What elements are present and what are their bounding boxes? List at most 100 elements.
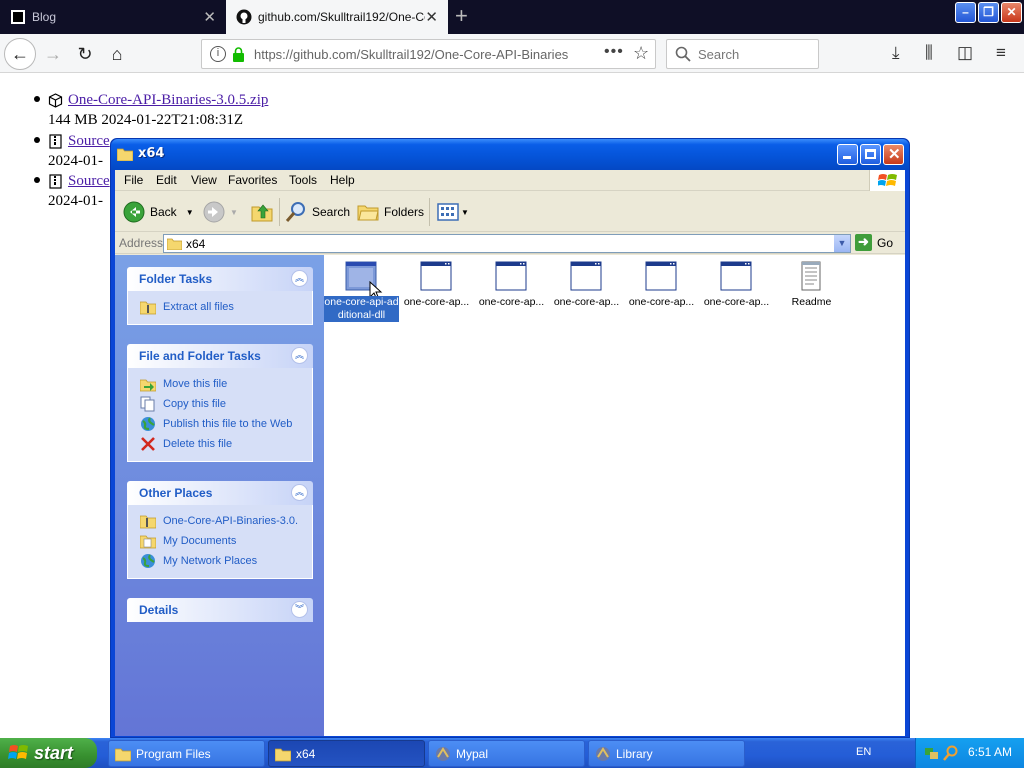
application-window-icon (420, 261, 452, 291)
back-button[interactable]: Back ▼ (123, 199, 194, 225)
explorer-title-bar[interactable]: x64 ✕ (111, 139, 909, 170)
back-icon[interactable]: ← (4, 38, 36, 70)
collapse-chevron-icon[interactable]: ︽ (291, 347, 308, 364)
close-icon[interactable]: ✕ (883, 144, 904, 165)
menu-file[interactable]: File (124, 173, 143, 187)
file-item[interactable]: one-core-ap... (624, 255, 699, 325)
minimize-icon[interactable] (837, 144, 858, 165)
tab-blog[interactable]: Blog ✕ (0, 0, 226, 34)
other-places-panel: Other Places ︽ One-Core-API-Binaries-3.0… (127, 481, 313, 579)
go-button[interactable]: ➜ Go (855, 234, 893, 251)
task-extract-all[interactable]: Extract all files (140, 297, 312, 317)
chevron-down-icon[interactable]: ▼ (186, 208, 194, 217)
url-text[interactable]: https://github.com/Skulltrail192/One-Cor… (254, 47, 574, 62)
sidebar-icon[interactable]: ◫ (957, 43, 973, 63)
search-bar[interactable]: Search (666, 39, 819, 69)
asset-link[interactable]: Source (68, 133, 110, 150)
menu-edit[interactable]: Edit (156, 173, 177, 187)
place-zip-folder[interactable]: One-Core-API-Binaries-3.0. (140, 511, 312, 531)
forward-button[interactable]: ▼ (203, 199, 238, 225)
minimize-icon[interactable]: – (955, 2, 976, 23)
bullet (34, 137, 40, 143)
task-delete-file[interactable]: Delete this file (140, 434, 312, 454)
tab-github[interactable]: github.com/Skulltrail192/One-Core ✕ (226, 0, 448, 34)
text-document-icon (801, 261, 821, 291)
url-bar[interactable]: i https://github.com/Skulltrail192/One-C… (201, 39, 656, 69)
new-tab-icon[interactable]: + (455, 4, 468, 28)
menu-icon[interactable]: ≡ (996, 43, 1006, 63)
chevron-down-icon[interactable]: ▼ (834, 235, 850, 252)
start-button[interactable]: start (0, 738, 97, 768)
reload-icon[interactable]: ↻ (71, 40, 99, 68)
collapse-chevron-icon[interactable]: ︽ (291, 270, 308, 287)
place-my-network[interactable]: My Network Places (140, 551, 312, 571)
bookmark-star-icon[interactable]: ☆ (633, 43, 649, 64)
explorer-menu-bar: File Edit View Favorites Tools Help (115, 170, 905, 191)
task-copy-file[interactable]: Copy this file (140, 394, 312, 414)
file-item[interactable]: Readme (774, 255, 849, 325)
network-tray-icon[interactable] (924, 745, 940, 761)
home-icon[interactable]: ⌂ (103, 40, 131, 68)
forward-icon[interactable]: → (39, 40, 67, 68)
info-icon[interactable]: i (210, 46, 226, 62)
asset-link[interactable]: Source (68, 173, 110, 190)
menu-tools[interactable]: Tools (289, 173, 317, 187)
downloads-icon[interactable]: ⤓ (892, 43, 900, 63)
library-icon[interactable]: ⫼ (925, 43, 933, 63)
chevron-down-icon[interactable]: ▼ (230, 208, 238, 217)
copy-icon (140, 396, 155, 412)
file-item[interactable]: one-core-ap... (474, 255, 549, 325)
maximize-icon[interactable] (860, 144, 881, 165)
taskbar-button-x64[interactable]: x64 (268, 740, 425, 767)
close-tab-icon[interactable]: ✕ (425, 8, 438, 26)
search-tray-icon[interactable] (943, 745, 959, 761)
menu-favorites[interactable]: Favorites (228, 173, 277, 187)
menu-view[interactable]: View (191, 173, 217, 187)
close-icon[interactable]: ✕ (1001, 2, 1022, 23)
collapse-chevron-icon[interactable]: ︽ (291, 484, 308, 501)
file-name: one-core-ap... (703, 296, 770, 308)
place-my-documents[interactable]: My Documents (140, 531, 312, 551)
language-indicator[interactable]: EN (856, 746, 871, 758)
back-arrow-icon (123, 201, 145, 223)
page-actions-icon[interactable]: ••• (604, 43, 624, 61)
file-item[interactable]: one-core-ap... (549, 255, 624, 325)
folders-button[interactable]: Folders (357, 199, 424, 225)
asset-link[interactable]: One-Core-API-Binaries-3.0.5.zip (68, 92, 268, 109)
search-label: Search (312, 205, 351, 219)
task-move-file[interactable]: Move this file (140, 374, 312, 394)
taskbar-button-program-files[interactable]: Program Files (108, 740, 265, 767)
panel-header[interactable]: File and Folder Tasks ︽ (127, 344, 313, 368)
panel-header[interactable]: Details ︾ (127, 598, 313, 622)
search-icon (675, 46, 691, 62)
taskbar-button-library[interactable]: Library (588, 740, 745, 767)
taskbar-button-label: Mypal (456, 746, 489, 761)
expand-chevron-icon[interactable]: ︾ (291, 601, 308, 618)
up-folder-icon (251, 204, 273, 222)
restore-icon[interactable]: ❐ (978, 2, 999, 23)
file-item[interactable]: one-core-ap... (699, 255, 774, 325)
clock[interactable]: 6:51 AM (968, 745, 1012, 759)
taskbar-button-mypal[interactable]: Mypal (428, 740, 585, 767)
address-input[interactable]: x64 ▼ (163, 234, 851, 253)
toolbar-separator (429, 198, 430, 226)
place-label: My Network Places (163, 555, 258, 567)
chevron-down-icon[interactable]: ▼ (461, 208, 469, 217)
search-button[interactable]: Search (285, 199, 350, 225)
file-name: one-core-ap... (403, 296, 470, 308)
menu-help[interactable]: Help (330, 173, 355, 187)
file-name: one-core-ap... (628, 296, 695, 308)
file-name: one-core-ap... (553, 296, 620, 308)
file-item[interactable]: one-core-ap... (399, 255, 474, 325)
application-window-icon (570, 261, 602, 291)
task-label: Publish this file to the Web (163, 418, 293, 430)
close-tab-icon[interactable]: ✕ (203, 8, 216, 26)
panel-header[interactable]: Folder Tasks ︽ (127, 267, 313, 291)
task-publish-web[interactable]: Publish this file to the Web (140, 414, 312, 434)
application-window-icon (645, 261, 677, 291)
views-button[interactable]: ▼ (437, 199, 469, 225)
up-folder-button[interactable] (251, 199, 278, 225)
panel-header[interactable]: Other Places ︽ (127, 481, 313, 505)
browser-toolbar: ← → ↻ ⌂ i https://github.com/Skulltrail1… (0, 34, 1024, 73)
file-item[interactable]: one-core-api-additional-dll (324, 255, 399, 325)
